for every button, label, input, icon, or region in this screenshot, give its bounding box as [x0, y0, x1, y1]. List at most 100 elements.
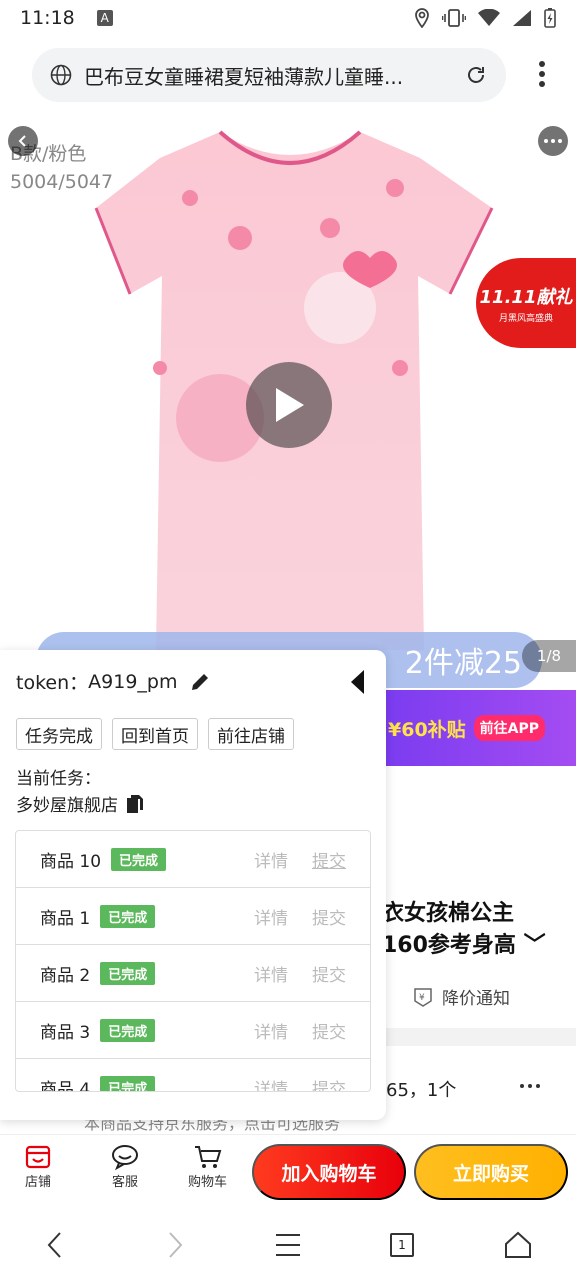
vibrate-icon: [442, 9, 466, 27]
cart-label: 购物车: [188, 1175, 228, 1190]
status-bar: 11:18 A: [0, 0, 576, 36]
notification-icon: A: [96, 10, 113, 26]
edit-icon[interactable]: [189, 671, 211, 693]
task-detail-link[interactable]: 详情: [254, 904, 288, 929]
back-icon[interactable]: [44, 1230, 68, 1260]
section-divider: [380, 1028, 576, 1046]
task-actions: 任务完成 回到首页 前往店铺: [16, 718, 294, 750]
open-app-button[interactable]: 前往APP: [473, 715, 546, 741]
reload-icon[interactable]: [464, 63, 488, 87]
product-title: 衣女孩棉公主 160参考身高 ﹀: [382, 898, 546, 962]
home-button[interactable]: 回到首页: [112, 718, 198, 750]
task-complete-button[interactable]: 任务完成: [16, 718, 102, 750]
browser-menu-icon[interactable]: [538, 60, 546, 88]
task-row: 商品 2 已完成 详情 提交: [16, 945, 370, 1002]
status-badge: 已完成: [100, 1075, 156, 1091]
product-title-line2: 160参考身高: [382, 933, 516, 958]
status-badge: 已完成: [100, 961, 156, 985]
task-submit-link[interactable]: 提交: [312, 904, 346, 929]
task-row: 商品 4 已完成 详情 提交: [16, 1059, 370, 1092]
expand-icon[interactable]: ﹀: [516, 933, 546, 958]
chevron-left-icon: [18, 135, 26, 147]
task-name: 商品 4: [40, 1079, 91, 1092]
task-panel: token： A919_pm 任务完成 回到首页 前往店铺 当前任务： 多妙屋旗…: [0, 650, 386, 1120]
task-name: 商品 10: [40, 851, 102, 872]
price-notify-button[interactable]: ¥ 降价通知: [412, 984, 510, 1009]
token-label: token：: [16, 672, 89, 694]
more-button[interactable]: [538, 126, 568, 156]
collapse-panel-icon[interactable]: [348, 668, 366, 696]
service-label: 客服: [111, 1175, 138, 1190]
current-task: 多妙屋旗舰店: [16, 791, 144, 816]
task-row: 商品 3 已完成 详情 提交: [16, 1002, 370, 1059]
product-gallery[interactable]: B款/粉色 5004/5047 11.11献礼 月黑风高盛典: [0, 118, 576, 650]
url-bar[interactable]: 巴布豆女童睡裙夏短袖薄款儿童睡...: [32, 48, 506, 102]
location-icon: [415, 8, 429, 28]
go-to-shop-button[interactable]: 前往店铺: [208, 718, 294, 750]
price-notify-label: 降价通知: [442, 989, 510, 1009]
wifi-icon: [478, 9, 500, 26]
hamburger-menu-icon[interactable]: [274, 1230, 302, 1260]
variant-code: 5004/5047: [10, 171, 114, 193]
task-list[interactable]: 商品 10 已完成 详情 提交 商品 1 已完成 详情 提交 商品 2 已完成 …: [15, 830, 371, 1092]
status-badge: 已完成: [100, 1018, 156, 1042]
forward-icon[interactable]: [162, 1230, 186, 1260]
chat-icon: [112, 1145, 138, 1171]
sku-selection[interactable]: 65，1个: [386, 1076, 456, 1102]
url-title[interactable]: 巴布豆女童睡裙夏短袖薄款儿童睡...: [84, 61, 454, 90]
system-nav-bar: 1: [0, 1212, 576, 1280]
shop-tab[interactable]: 店铺: [24, 1143, 52, 1190]
task-submit-link[interactable]: 提交: [312, 1018, 346, 1043]
signal-icon: [513, 10, 531, 26]
token-value: A919_pm: [88, 670, 178, 693]
product-title-line2-row: 160参考身高 ﹀: [382, 930, 546, 962]
task-detail-link[interactable]: 详情: [254, 847, 288, 872]
dot-icon: [544, 139, 548, 143]
page-indicator: 1/8: [522, 640, 576, 672]
subsidy-text: ¥60补贴: [388, 718, 466, 741]
back-button[interactable]: [8, 126, 38, 156]
globe-icon: [50, 64, 72, 86]
task-submit-link[interactable]: 提交: [312, 1075, 346, 1092]
promo-badge[interactable]: 11.11献礼 月黑风高盛典: [476, 258, 576, 348]
sku-more-icon[interactable]: [520, 1084, 540, 1088]
task-submit-link[interactable]: 提交: [312, 847, 346, 872]
tab-count: 1: [398, 1238, 406, 1252]
bottom-action-bar: 店铺 客服 购物车 加入购物车 立即购买: [0, 1134, 576, 1210]
service-tab[interactable]: 客服: [110, 1143, 140, 1190]
current-task-label: 当前任务：: [16, 769, 101, 789]
task-name: 商品 2: [40, 965, 91, 986]
copy-icon[interactable]: [126, 794, 144, 814]
price-tag-icon: ¥: [414, 987, 432, 1007]
task-detail-link[interactable]: 详情: [254, 1075, 288, 1092]
product-title-line1: 衣女孩棉公主: [382, 901, 515, 926]
buy-now-button[interactable]: 立即购买: [414, 1144, 568, 1200]
home-icon[interactable]: [504, 1230, 532, 1260]
add-to-cart-button[interactable]: 加入购物车: [252, 1144, 406, 1200]
promo-strip-text: 2件减25: [404, 646, 522, 681]
current-task-value: 多妙屋旗舰店: [16, 796, 118, 816]
dot-icon: [551, 139, 555, 143]
subsidy-banner[interactable]: ¥60补贴 前往APP: [380, 690, 576, 766]
video-play-button[interactable]: [246, 362, 332, 448]
token-row: token： A919_pm: [16, 668, 211, 695]
cart-tab[interactable]: 购物车: [188, 1143, 227, 1190]
task-row: 商品 10 已完成 详情 提交: [16, 831, 370, 888]
play-icon: [276, 388, 304, 422]
svg-text:¥: ¥: [419, 993, 425, 1003]
status-icons: [414, 8, 556, 28]
dot-icon: [558, 139, 562, 143]
status-badge: 已完成: [111, 847, 167, 871]
task-name: 商品 3: [40, 1022, 91, 1043]
task-name: 商品 1: [40, 908, 91, 929]
promo-badge-title: 11.11献礼: [479, 286, 573, 308]
shop-label: 店铺: [24, 1175, 51, 1190]
task-detail-link[interactable]: 详情: [254, 961, 288, 986]
status-time: 11:18: [20, 7, 75, 29]
task-detail-link[interactable]: 详情: [254, 1018, 288, 1043]
tabs-button[interactable]: 1: [390, 1233, 414, 1257]
status-badge: 已完成: [100, 904, 156, 928]
shop-icon: [25, 1145, 51, 1169]
battery-icon: [544, 8, 556, 28]
task-submit-link[interactable]: 提交: [312, 961, 346, 986]
